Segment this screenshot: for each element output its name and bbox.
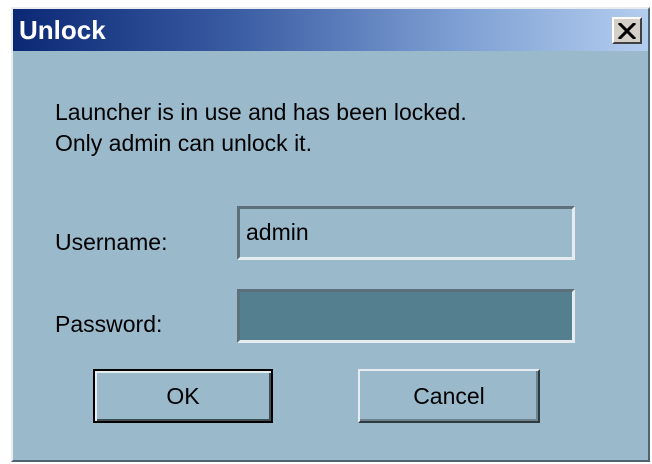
close-icon: [618, 22, 636, 39]
password-label: Password:: [55, 311, 163, 337]
username-field[interactable]: admin: [237, 206, 575, 260]
close-button[interactable]: [612, 17, 642, 44]
cancel-button[interactable]: Cancel: [358, 369, 540, 423]
dialog-title: Unlock: [19, 15, 106, 45]
message-line-1: Launcher is in use and has been locked.: [55, 99, 467, 125]
unlock-dialog: Unlock Launcher is in use and has been l…: [11, 7, 650, 462]
username-label: Username:: [55, 229, 168, 255]
lock-message: Launcher is in use and has been locked. …: [55, 97, 467, 159]
message-line-2: Only admin can unlock it.: [55, 130, 312, 156]
ok-button[interactable]: OK: [93, 369, 273, 423]
password-field[interactable]: [237, 289, 575, 343]
title-bar[interactable]: Unlock: [13, 9, 648, 51]
